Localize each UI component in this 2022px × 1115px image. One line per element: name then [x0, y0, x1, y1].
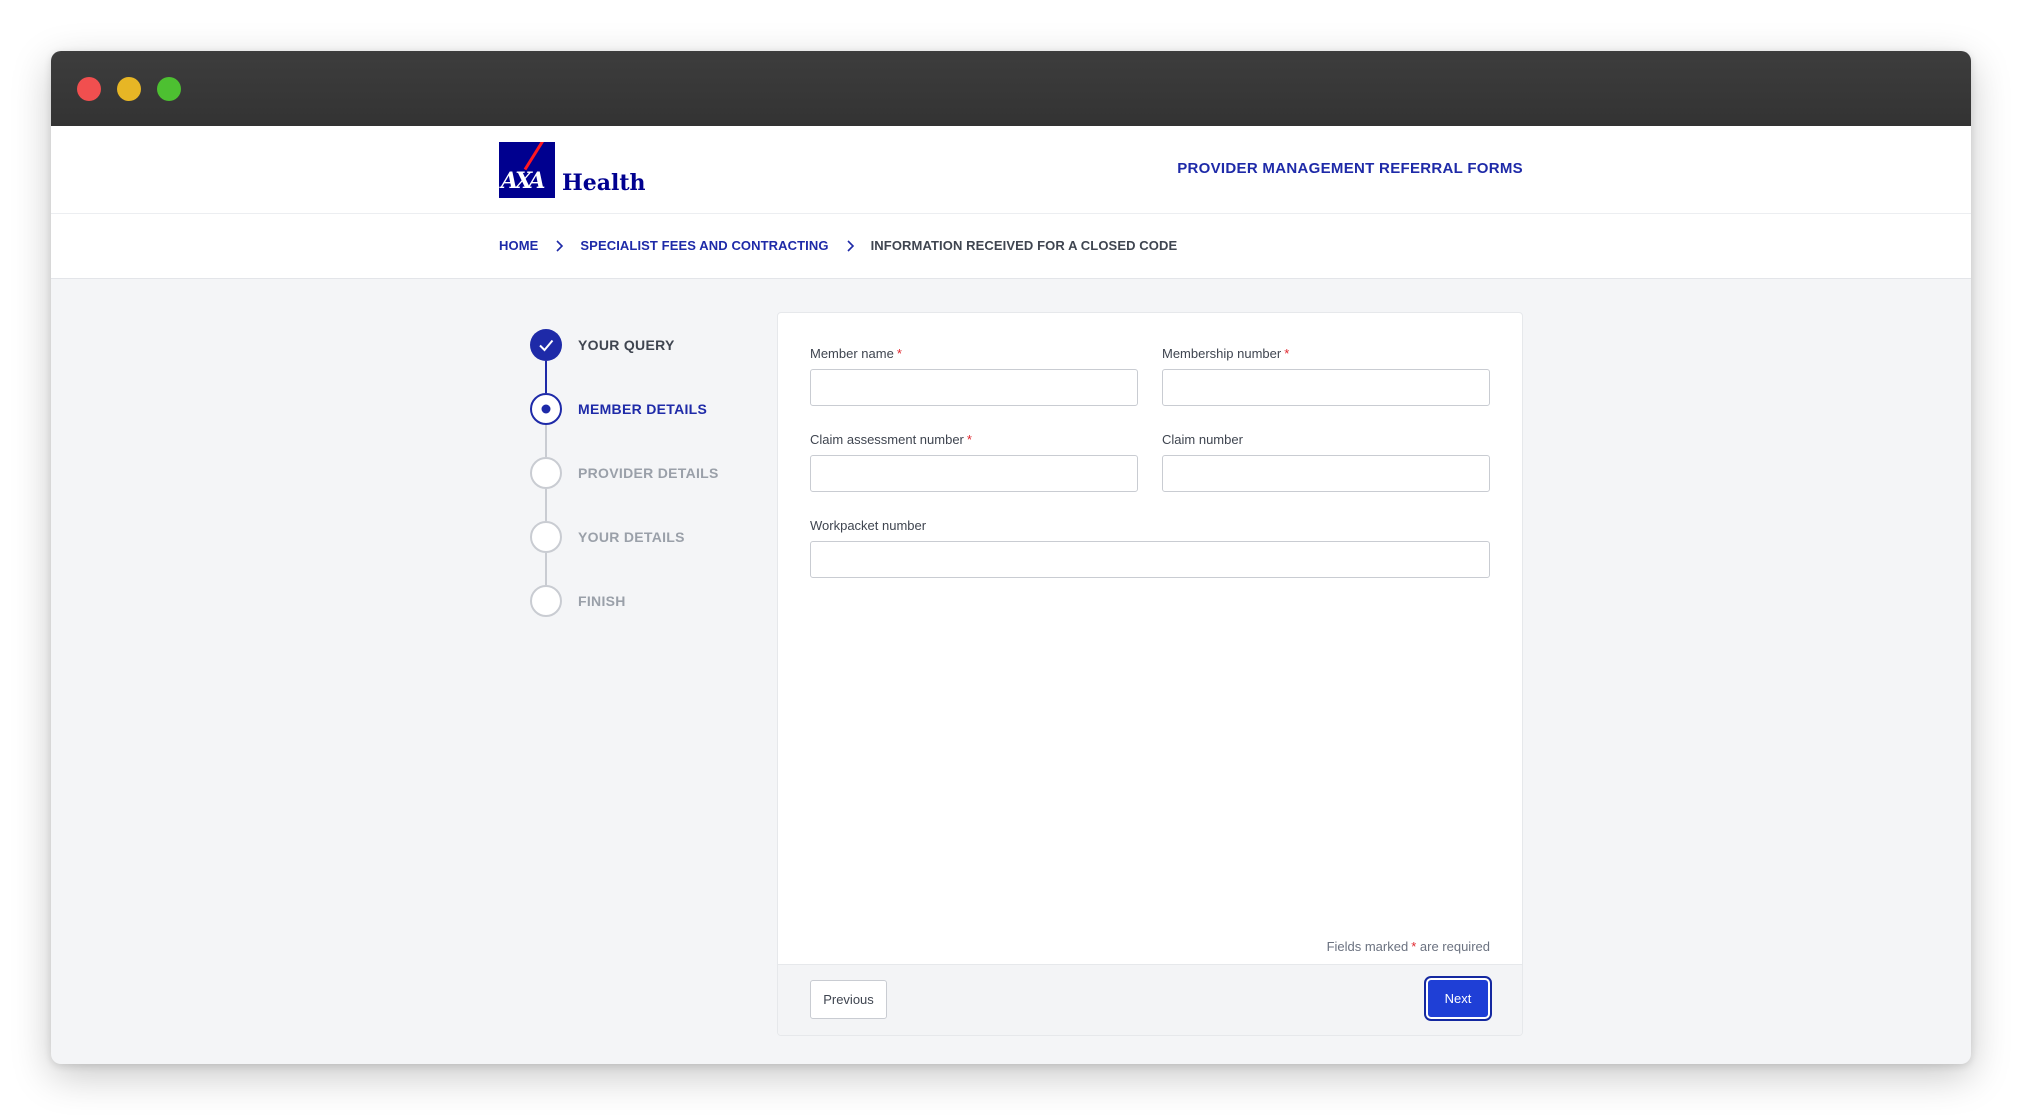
breadcrumb: HOME SPECIALIST FEES AND CONTRACTING INF… [499, 238, 1177, 253]
breadcrumb-home[interactable]: HOME [499, 238, 538, 253]
browser-window: AXA Health PROVIDER MANAGEMENT REFERRAL … [51, 51, 1971, 1064]
step-label: YOUR DETAILS [578, 529, 685, 545]
axa-logo-text: AXA [501, 168, 545, 194]
maximize-window-button[interactable] [157, 77, 181, 101]
site-title[interactable]: PROVIDER MANAGEMENT REFERRAL FORMS [1177, 160, 1523, 177]
form-footer: Previous Next [778, 964, 1522, 1035]
step-provider-details[interactable]: PROVIDER DETAILS [530, 457, 770, 489]
step-upcoming-indicator [530, 457, 562, 489]
next-button[interactable]: Next [1424, 976, 1492, 1021]
required-marker: * [896, 346, 902, 361]
brand-health-text: Health [562, 170, 646, 196]
claim-number-input[interactable] [1162, 455, 1490, 492]
step-label: PROVIDER DETAILS [578, 465, 719, 481]
step-upcoming-indicator [530, 585, 562, 617]
step-complete-indicator [530, 329, 562, 361]
membership-number-label: Membership number * [1162, 346, 1290, 361]
step-connector [545, 361, 547, 393]
chevron-right-icon [847, 239, 854, 252]
chevron-right-icon [556, 239, 564, 252]
close-window-button[interactable] [77, 77, 101, 101]
member-name-input[interactable] [810, 369, 1138, 406]
workpacket-number-input[interactable] [810, 541, 1490, 578]
step-your-details[interactable]: YOUR DETAILS [530, 521, 770, 553]
required-marker: * [1284, 346, 1290, 361]
step-label: FINISH [578, 593, 626, 609]
step-label: YOUR QUERY [578, 337, 675, 353]
axa-logo-mark: AXA [499, 142, 555, 198]
workpacket-number-label: Workpacket number [810, 518, 927, 533]
required-marker: * [966, 432, 972, 447]
breadcrumb-specialist-fees[interactable]: SPECIALIST FEES AND CONTRACTING [580, 238, 828, 253]
required-marker: * [1411, 939, 1417, 954]
step-your-query[interactable]: YOUR QUERY [530, 329, 770, 361]
step-connector [545, 489, 547, 521]
membership-number-input[interactable] [1162, 369, 1490, 406]
breadcrumb-bar: HOME SPECIALIST FEES AND CONTRACTING INF… [51, 214, 1971, 279]
member-details-form: Member name * Membership number * Claim as… [777, 312, 1523, 1036]
step-connector [545, 425, 547, 457]
step-finish[interactable]: FINISH [530, 585, 770, 617]
claim-number-label: Claim number [1162, 432, 1243, 447]
step-current-indicator [530, 393, 562, 425]
step-upcoming-indicator [530, 521, 562, 553]
step-member-details[interactable]: MEMBER DETAILS [530, 393, 770, 425]
step-connector [545, 553, 547, 585]
member-name-label: Member name * [810, 346, 902, 361]
progress-stepper: YOUR QUERY MEMBER DETAILS PROVIDER DETAI… [530, 329, 770, 649]
window-titlebar [51, 51, 1971, 126]
claim-assessment-number-label: Claim assessment number * [810, 432, 972, 447]
dot-icon [541, 404, 551, 414]
site-header: AXA Health PROVIDER MANAGEMENT REFERRAL … [51, 126, 1971, 214]
breadcrumb-current-page: INFORMATION RECEIVED FOR A CLOSED CODE [870, 238, 1178, 253]
previous-button[interactable]: Previous [810, 980, 887, 1019]
required-fields-note: Fields marked * are required [1326, 939, 1490, 954]
step-label: MEMBER DETAILS [578, 401, 708, 417]
checkmark-icon [539, 339, 554, 352]
axa-health-logo[interactable]: AXA Health [499, 142, 659, 198]
claim-assessment-number-input[interactable] [810, 455, 1138, 492]
minimize-window-button[interactable] [117, 77, 141, 101]
axa-logo-slash [523, 142, 550, 171]
